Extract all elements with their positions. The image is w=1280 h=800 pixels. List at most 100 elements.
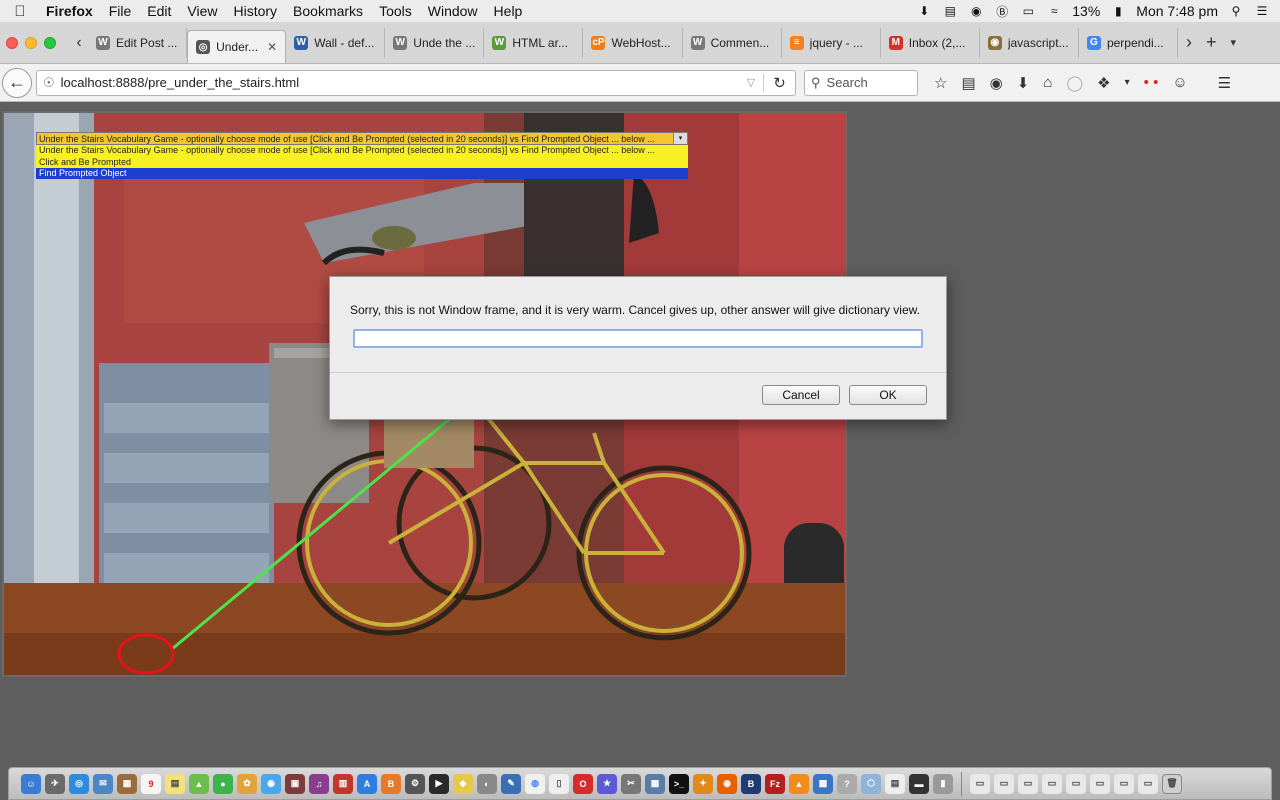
xcode-icon[interactable]: ✎	[501, 773, 521, 794]
tab-scroll-right-icon[interactable]: ›	[1186, 32, 1192, 53]
screen-share-icon[interactable]: ▩	[813, 773, 833, 794]
tab-4[interactable]: W HTML ar...	[484, 27, 584, 58]
site-identity-icon[interactable]: ☉	[43, 75, 55, 91]
airplay-icon[interactable]: ▭	[1020, 3, 1036, 19]
opera-icon[interactable]: O	[573, 773, 593, 794]
search-box[interactable]: ⚲ Search	[804, 69, 918, 96]
finder-icon[interactable]: ☺	[21, 773, 41, 794]
home-icon[interactable]: ⌂	[1043, 74, 1052, 91]
maps-icon[interactable]: ▲	[189, 773, 209, 794]
textedit-icon[interactable]: ▯	[549, 773, 569, 794]
launchpad-icon[interactable]: ✈	[45, 773, 65, 794]
search-placeholder[interactable]: Search	[827, 75, 868, 90]
circle-app-icon[interactable]: ◉	[968, 3, 984, 19]
ibooks-app-icon[interactable]: B	[381, 773, 401, 794]
chrome-icon[interactable]: ◍	[525, 773, 545, 794]
bbedit-icon[interactable]: B	[741, 773, 761, 794]
menu-tools[interactable]: Tools	[371, 3, 420, 19]
document-thumbnail-icon[interactable]: ▭	[1066, 773, 1086, 794]
apple-menu-icon[interactable]: 	[0, 3, 40, 20]
tab-6[interactable]: W Commen...	[683, 27, 782, 58]
document-thumbnail-icon[interactable]: ▭	[1018, 773, 1038, 794]
terminal-like-icon[interactable]: ▶	[429, 773, 449, 794]
tab-scroll-left-icon[interactable]: ‹	[70, 34, 88, 52]
tab-8[interactable]: M Inbox (2,...	[881, 27, 980, 58]
safari-icon[interactable]: ◎	[69, 773, 89, 794]
mail-icon[interactable]: ✉	[93, 773, 113, 794]
menu-view[interactable]: View	[179, 3, 225, 19]
disk-utility-icon[interactable]: ◐	[477, 773, 497, 794]
tab-0[interactable]: W Edit Post ...	[88, 27, 188, 58]
tab-1[interactable]: ◎ Under... ✕	[187, 29, 287, 63]
new-tab-icon[interactable]: +	[1206, 32, 1217, 53]
document-thumbnail-icon[interactable]: ▭	[994, 773, 1014, 794]
app-misc-icon[interactable]: ▬	[909, 773, 929, 794]
minimize-window-button[interactable]	[25, 36, 37, 49]
menu-window[interactable]: Window	[420, 3, 486, 19]
vlc-like-icon[interactable]: ✦	[693, 773, 713, 794]
mode-option-intro[interactable]: Under the Stairs Vocabulary Game - optio…	[36, 145, 688, 157]
document-thumbnail-icon[interactable]: ▭	[1042, 773, 1062, 794]
extension-icon[interactable]: ❖	[1097, 74, 1110, 92]
pocket-icon[interactable]: ◉	[990, 74, 1003, 92]
sync-icon[interactable]: ◯	[1066, 74, 1083, 92]
mode-option-find-prompted-object[interactable]: Find Prompted Object	[36, 168, 688, 179]
menu-file[interactable]: File	[101, 3, 140, 19]
download-status-icon[interactable]: ⬇	[916, 3, 932, 19]
reload-icon[interactable]: ↻	[763, 73, 795, 92]
downloads-icon[interactable]: ⬇	[1017, 74, 1030, 92]
firefox-icon[interactable]: ◉	[717, 773, 737, 794]
bookmarks-list-icon[interactable]: ▤	[961, 74, 975, 92]
close-window-button[interactable]	[6, 36, 18, 49]
close-tab-icon[interactable]: ✕	[267, 40, 277, 54]
facetime-icon[interactable]: ◉	[261, 773, 281, 794]
notification-center-icon[interactable]: ☰	[1254, 3, 1270, 19]
itunes-icon[interactable]: ♫	[309, 773, 329, 794]
document-thumbnail-icon[interactable]: ▭	[970, 773, 990, 794]
app-store-icon[interactable]: A	[357, 773, 377, 794]
tab-7[interactable]: ≡ jquery - ...	[782, 27, 881, 58]
notes-icon[interactable]: ▤	[165, 773, 185, 794]
contacts-icon[interactable]: ▦	[117, 773, 137, 794]
status-app-icon[interactable]: ▤	[942, 3, 958, 19]
cancel-button[interactable]: Cancel	[762, 385, 840, 405]
photos-icon[interactable]: ✿	[237, 773, 257, 794]
ibooks-icon[interactable]: ▥	[333, 773, 353, 794]
tab-9[interactable]: ◉ javascript...	[980, 27, 1079, 58]
document-thumbnail-icon[interactable]: ▭	[1090, 773, 1110, 794]
tab-2[interactable]: W Wall - def...	[286, 27, 386, 58]
trash-icon[interactable]: 🗑	[1162, 773, 1182, 794]
dropdown-arrow-icon[interactable]: ▾	[673, 133, 687, 144]
battery-icon[interactable]: ▮	[1110, 3, 1126, 19]
zoom-window-button[interactable]	[44, 36, 56, 49]
extension-dropdown-icon[interactable]: ▾	[1125, 77, 1130, 88]
url-history-dropdown-icon[interactable]: ▽	[739, 76, 763, 89]
spotlight-search-icon[interactable]: ⚲	[1228, 3, 1244, 19]
preview-icon[interactable]: ✂	[621, 773, 641, 794]
tab-3[interactable]: W Unde the ...	[385, 27, 485, 58]
menu-firefox[interactable]: Firefox	[40, 3, 101, 19]
mode-select-current[interactable]: Under the Stairs Vocabulary Game - optio…	[36, 132, 688, 145]
imovie-icon[interactable]: ★	[597, 773, 617, 794]
hamburger-menu-icon[interactable]: ☰	[1218, 74, 1231, 92]
tab-5[interactable]: cP WebHost...	[583, 27, 683, 58]
bookmark-star-icon[interactable]: ☆	[934, 74, 947, 92]
menubar-clock[interactable]: Mon 7:48 pm	[1136, 3, 1218, 19]
mode-option-click-and-be-prompted[interactable]: Click and Be Prompted	[36, 157, 688, 168]
photo-booth-icon[interactable]: ▣	[285, 773, 305, 794]
tab-list-menu-icon[interactable]: ▾	[1231, 36, 1237, 49]
help-icon[interactable]: ?	[837, 773, 857, 794]
menu-bookmarks[interactable]: Bookmarks	[285, 3, 371, 19]
document-thumbnail-icon[interactable]: ▭	[1138, 773, 1158, 794]
url-text[interactable]: localhost:8888/pre_under_the_stairs.html	[61, 75, 739, 90]
calendar-icon[interactable]: 9	[141, 773, 161, 794]
usb-drive-icon[interactable]: ▮	[933, 773, 953, 794]
wifi-icon[interactable]: ≈	[1046, 3, 1062, 19]
url-bar[interactable]: ☉ localhost:8888/pre_under_the_stairs.ht…	[36, 69, 796, 96]
terminal-icon[interactable]: >_	[669, 773, 689, 794]
filezilla-icon[interactable]: Fz	[765, 773, 785, 794]
utility-app-icon[interactable]: ◆	[453, 773, 473, 794]
menu-help[interactable]: Help	[486, 3, 531, 19]
menu-history[interactable]: History	[225, 3, 285, 19]
ok-button[interactable]: OK	[849, 385, 927, 405]
